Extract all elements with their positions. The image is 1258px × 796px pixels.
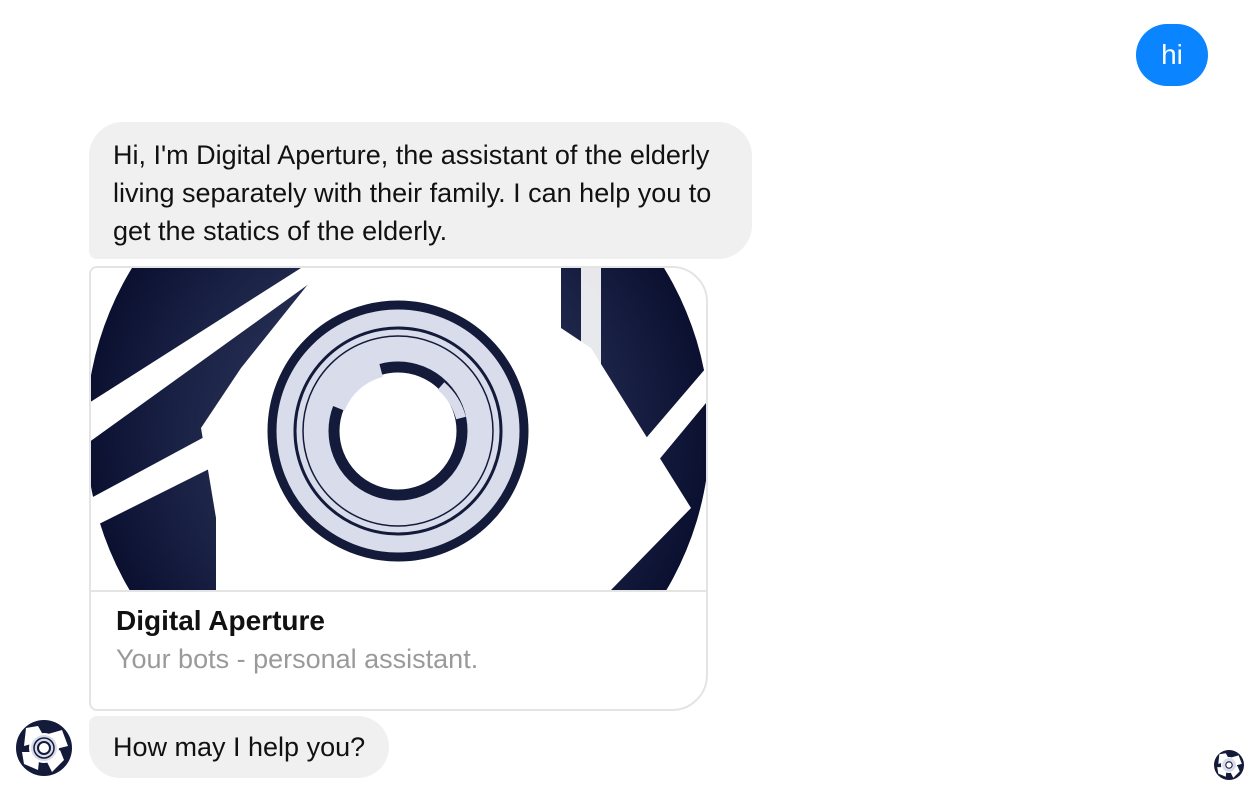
- chat-window: hi Hi, I'm Digital Aperture, the assista…: [0, 0, 1258, 796]
- card-title: Digital Aperture: [116, 605, 325, 636]
- card-subtitle: Your bots - personal assistant.: [116, 644, 479, 674]
- bot-info-card[interactable]: Digital Aperture Your bots - personal as…: [89, 266, 708, 711]
- card-image: [91, 268, 706, 592]
- bot-message-text: How may I help you?: [113, 731, 366, 762]
- aperture-logo-icon[interactable]: [16, 720, 72, 776]
- bot-message-text: Hi, I'm Digital Aperture, the assistant …: [113, 140, 712, 246]
- user-message-text: hi: [1161, 39, 1183, 70]
- bot-message-bubble: How may I help you?: [89, 716, 390, 778]
- aperture-logo: [91, 268, 706, 590]
- read-receipt-icon: [1214, 750, 1244, 780]
- user-message-bubble: hi: [1136, 24, 1208, 86]
- bot-message-bubble: Hi, I'm Digital Aperture, the assistant …: [89, 122, 752, 259]
